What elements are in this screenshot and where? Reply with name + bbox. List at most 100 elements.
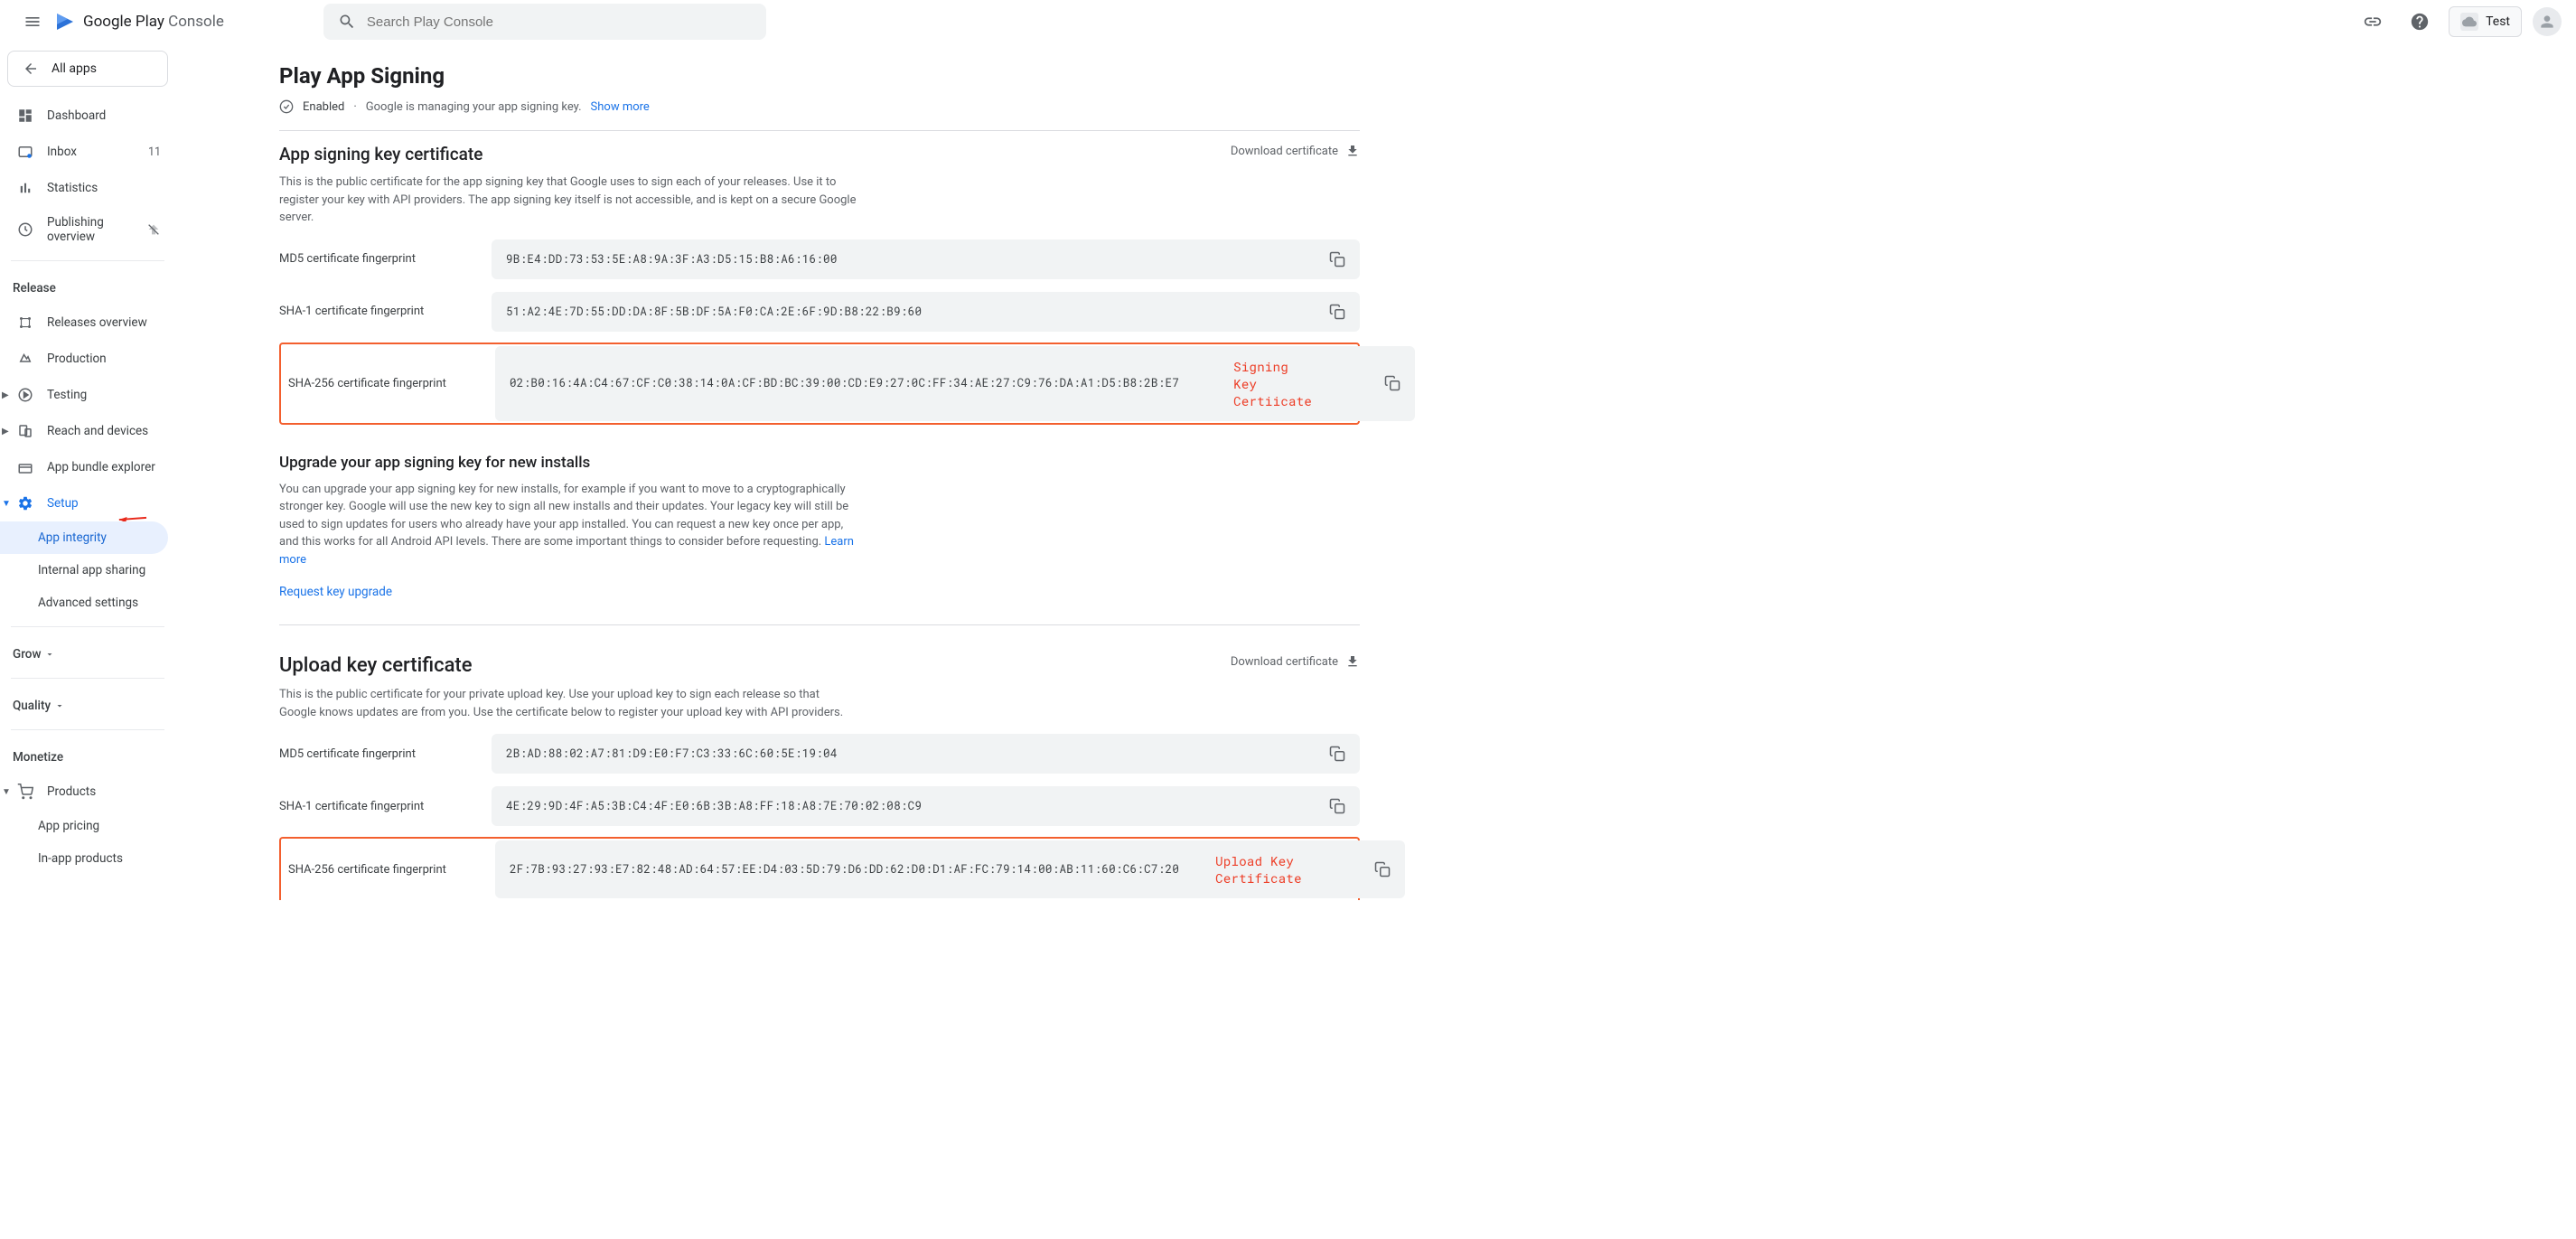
releases-icon xyxy=(17,314,33,331)
sidebar-item-internal-sharing[interactable]: Internal app sharing xyxy=(0,554,175,587)
chevron-down-icon xyxy=(44,649,55,660)
sidebar-item-releases-overview[interactable]: Releases overview xyxy=(0,305,175,341)
search-box[interactable] xyxy=(323,4,766,40)
sidebar-item-products[interactable]: ▼ Products xyxy=(0,774,175,810)
download-icon xyxy=(1345,144,1360,158)
search-icon xyxy=(338,13,356,31)
signing-sha256-row: SHA-256 certificate fingerprint 02:B0:16… xyxy=(283,346,1356,421)
unpublished-icon xyxy=(146,222,161,237)
download-icon xyxy=(1345,654,1360,669)
play-console-icon xyxy=(54,11,76,33)
chevron-down-icon: ▼ xyxy=(2,787,11,797)
signing-sha1-row: SHA-1 certificate fingerprint 51:A2:4E:7… xyxy=(279,292,1360,332)
sha256-label: SHA-256 certificate fingerprint xyxy=(283,863,495,877)
link-icon xyxy=(2363,12,2383,32)
copy-button[interactable] xyxy=(1384,375,1400,391)
status-desc: Google is managing your app signing key. xyxy=(366,100,582,114)
copy-button[interactable] xyxy=(1329,251,1345,268)
signing-sha256-value: 02:B0:16:4A:C4:67:CF:C0:38:14:0A:CF:BD:B… xyxy=(510,376,1179,390)
production-icon xyxy=(17,351,33,367)
signing-sha256-highlighted: SHA-256 certificate fingerprint 02:B0:16… xyxy=(279,343,1360,425)
nav-label: App pricing xyxy=(38,819,99,833)
menu-button[interactable] xyxy=(14,4,51,40)
testing-icon xyxy=(17,387,33,403)
publishing-icon xyxy=(17,221,33,238)
devices-icon xyxy=(17,423,33,439)
app-selector[interactable]: Test xyxy=(2449,6,2522,37)
search-input[interactable] xyxy=(367,14,752,30)
sidebar-item-app-pricing[interactable]: App pricing xyxy=(0,810,175,842)
upload-md5-row: MD5 certificate fingerprint 2B:AD:88:02:… xyxy=(279,734,1360,774)
section-grow[interactable]: Grow xyxy=(0,634,175,671)
signing-md5-row: MD5 certificate fingerprint 9B:E4:DD:73:… xyxy=(279,239,1360,279)
logo[interactable]: Google Play Console xyxy=(54,11,224,33)
section-monetize: Monetize xyxy=(0,737,175,774)
sidebar-item-statistics[interactable]: Statistics xyxy=(0,170,175,206)
upload-md5-value: 2B:AD:88:02:A7:81:D9:E0:F7:C3:33:6C:60:5… xyxy=(506,746,838,761)
signing-key-section: App signing key certificate This is the … xyxy=(279,144,1360,625)
md5-label: MD5 certificate fingerprint xyxy=(279,252,492,266)
help-icon xyxy=(2410,12,2430,32)
copy-button[interactable] xyxy=(1374,861,1391,878)
copy-button[interactable] xyxy=(1329,304,1345,320)
section-release: Release xyxy=(0,268,175,305)
help-button[interactable] xyxy=(2402,4,2438,40)
chevron-right-icon: ▶ xyxy=(2,427,9,436)
copy-icon xyxy=(1329,304,1345,320)
upload-sha256-highlighted: SHA-256 certificate fingerprint 2F:7B:93… xyxy=(279,837,1360,900)
sha1-label: SHA-1 certificate fingerprint xyxy=(279,305,492,318)
sidebar-item-inbox[interactable]: Inbox 11 xyxy=(0,134,175,170)
signing-md5-value: 9B:E4:DD:73:53:5E:A8:9A:3F:A3:D5:15:B8:A… xyxy=(506,252,838,267)
upload-sha256-value: 2F:7B:93:27:93:E7:82:48:AD:64:57:EE:D4:0… xyxy=(510,862,1179,877)
upload-annotation: Upload Key Certificate xyxy=(1215,852,1302,887)
sidebar-item-in-app-products[interactable]: In-app products xyxy=(0,842,175,875)
sidebar-item-dashboard[interactable]: Dashboard xyxy=(0,98,175,134)
copy-icon xyxy=(1384,375,1400,391)
nav-label: App integrity xyxy=(38,530,107,545)
copy-button[interactable] xyxy=(1329,746,1345,762)
sidebar-item-app-integrity[interactable]: App integrity xyxy=(0,521,168,554)
sidebar-item-setup[interactable]: ▼ Setup xyxy=(0,485,175,521)
request-upgrade-link[interactable]: Request key upgrade xyxy=(279,585,392,599)
show-more-link[interactable]: Show more xyxy=(591,100,650,114)
copy-icon xyxy=(1329,798,1345,814)
all-apps-button[interactable]: All apps xyxy=(7,51,168,87)
upload-cert-desc: This is the public certificate for your … xyxy=(279,686,857,721)
chevron-down-icon xyxy=(54,700,65,711)
sidebar-item-bundle-explorer[interactable]: App bundle explorer xyxy=(0,449,175,485)
bundle-icon xyxy=(17,459,33,475)
upload-cert-title: Upload key certificate xyxy=(279,654,857,677)
sha1-label: SHA-1 certificate fingerprint xyxy=(279,800,492,813)
status-row: Enabled · Google is managing your app si… xyxy=(279,99,1360,131)
logo-text: Google Play Console xyxy=(83,13,224,31)
dashboard-icon xyxy=(17,108,33,124)
download-upload-cert-button[interactable]: Download certificate xyxy=(1231,654,1360,669)
signing-cert-desc: This is the public certificate for the a… xyxy=(279,174,857,227)
signing-sha1-value: 51:A2:4E:7D:55:DD:DA:8F:5B:DF:5A:F0:CA:2… xyxy=(506,305,922,319)
copy-button[interactable] xyxy=(1329,798,1345,814)
sidebar-item-publishing[interactable]: Publishing overview xyxy=(0,206,175,253)
sidebar-item-production[interactable]: Production xyxy=(0,341,175,377)
cart-icon xyxy=(17,784,33,800)
copy-icon xyxy=(1329,746,1345,762)
nav-label: Setup xyxy=(47,496,79,511)
nav-label: Reach and devices xyxy=(47,424,148,438)
section-quality[interactable]: Quality xyxy=(0,686,175,722)
upgrade-title: Upgrade your app signing key for new ins… xyxy=(279,454,1360,472)
upload-sha1-value: 4E:29:9D:4F:A5:3B:C4:4F:E0:6B:3B:A8:FF:1… xyxy=(506,799,922,813)
download-signing-cert-button[interactable]: Download certificate xyxy=(1231,144,1360,158)
upload-sha256-row: SHA-256 certificate fingerprint 2F:7B:93… xyxy=(283,840,1356,898)
nav-label: Internal app sharing xyxy=(38,563,145,577)
arrow-left-icon xyxy=(23,61,39,77)
link-button[interactable] xyxy=(2355,4,2391,40)
nav-label: Publishing overview xyxy=(47,215,134,244)
user-avatar[interactable] xyxy=(2533,7,2562,36)
signing-annotation: Signing Key Certiicate xyxy=(1233,358,1312,409)
sidebar-item-advanced-settings[interactable]: Advanced settings xyxy=(0,587,175,619)
nav-label: Products xyxy=(47,784,96,799)
nav-label: Releases overview xyxy=(47,315,147,330)
nav-label: In-app products xyxy=(38,851,123,866)
sidebar-item-testing[interactable]: ▶ Testing xyxy=(0,377,175,413)
sidebar-item-reach[interactable]: ▶ Reach and devices xyxy=(0,413,175,449)
cloud-icon xyxy=(2460,13,2478,31)
